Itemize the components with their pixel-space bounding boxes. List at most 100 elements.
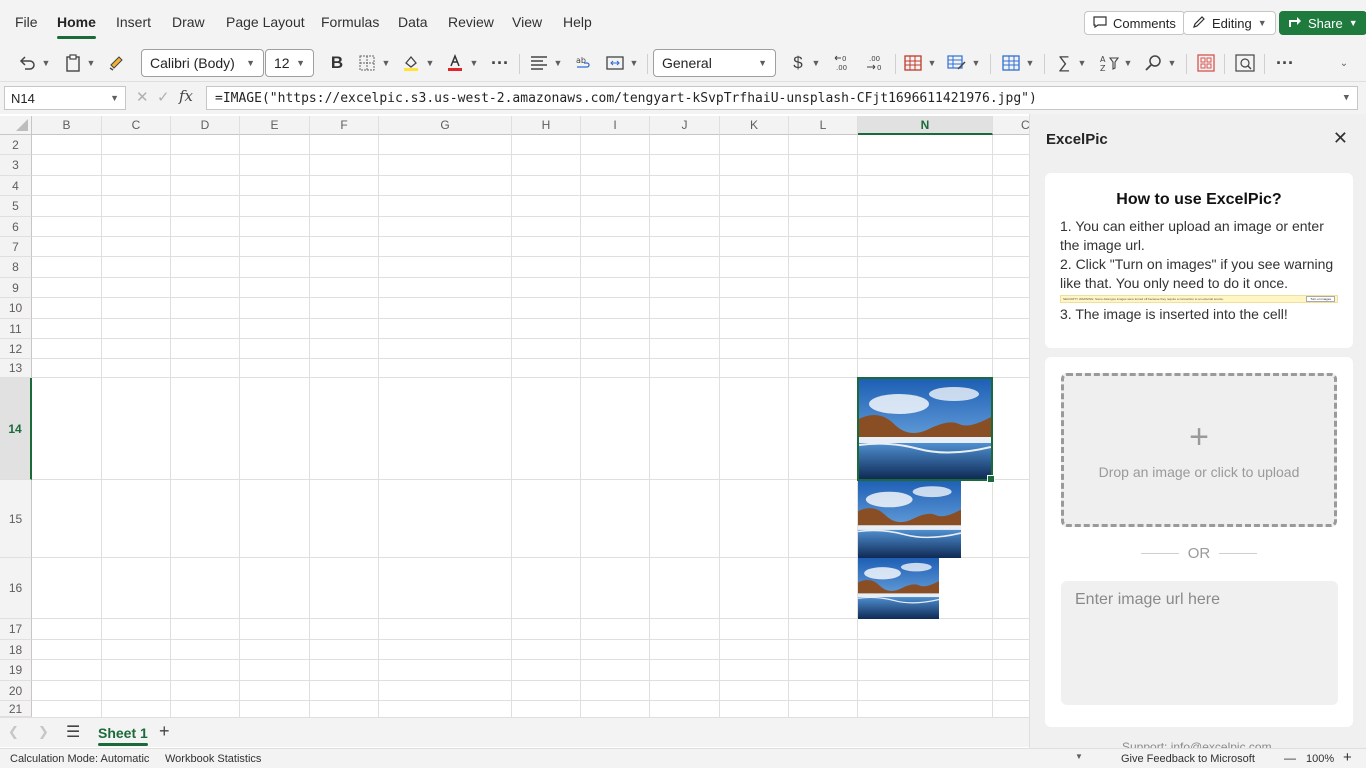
menu-insert[interactable]: Insert xyxy=(116,14,151,30)
column-header[interactable]: K xyxy=(720,116,789,135)
cancel-formula-icon[interactable]: ✕ xyxy=(136,88,149,106)
row-header[interactable]: 19 xyxy=(0,660,32,681)
row-header-active[interactable]: 14 xyxy=(0,378,32,480)
more-options-icon[interactable]: ··· xyxy=(1274,51,1296,75)
all-sheets-icon[interactable]: ☰ xyxy=(66,722,80,742)
add-sheet-button[interactable]: + xyxy=(159,721,170,742)
row-header[interactable]: 7 xyxy=(0,237,32,257)
menu-file[interactable]: File xyxy=(15,14,38,30)
active-cell-n14[interactable] xyxy=(857,377,995,483)
column-header[interactable]: J xyxy=(650,116,720,135)
autosum-dropdown-icon[interactable]: ▼ xyxy=(1076,51,1088,75)
currency-dropdown-icon[interactable]: ▼ xyxy=(810,51,822,75)
column-header[interactable]: B xyxy=(32,116,102,135)
column-header[interactable]: E xyxy=(240,116,310,135)
column-header[interactable]: F xyxy=(310,116,379,135)
decrease-decimal-icon[interactable]: .00 0 xyxy=(862,51,886,75)
align-dropdown-icon[interactable]: ▼ xyxy=(552,51,564,75)
borders-icon[interactable] xyxy=(356,51,378,75)
find-dropdown-icon[interactable]: ▼ xyxy=(1166,51,1178,75)
merge-dropdown-icon[interactable]: ▼ xyxy=(628,51,640,75)
column-header[interactable]: G xyxy=(379,116,512,135)
menu-review[interactable]: Review xyxy=(448,14,494,30)
format-table-dropdown-icon[interactable]: ▼ xyxy=(970,51,982,75)
share-button[interactable]: Share ▼ xyxy=(1279,11,1366,35)
analyze-data-icon[interactable] xyxy=(1233,51,1257,75)
conditional-format-icon[interactable] xyxy=(902,51,924,75)
paste-dropdown-icon[interactable]: ▼ xyxy=(85,51,97,75)
calculation-mode[interactable]: Calculation Mode: Automatic xyxy=(10,753,149,765)
insert-cells-dropdown-icon[interactable]: ▼ xyxy=(1024,51,1036,75)
feedback-link[interactable]: Give Feedback to Microsoft xyxy=(1121,753,1255,765)
font-name-select[interactable]: Calibri (Body) ▼ xyxy=(141,49,264,77)
font-color-icon[interactable] xyxy=(444,51,466,75)
row-header[interactable]: 6 xyxy=(0,217,32,237)
column-header[interactable]: H xyxy=(512,116,581,135)
row-header[interactable]: 12 xyxy=(0,339,32,359)
formula-input[interactable]: =IMAGE("https://excelpic.s3.us-west-2.am… xyxy=(206,86,1358,110)
bold-button[interactable]: B xyxy=(326,51,348,75)
wrap-text-icon[interactable]: ab xyxy=(573,51,595,75)
prev-sheet-icon[interactable]: ❮ xyxy=(8,724,19,740)
conditional-format-dropdown-icon[interactable]: ▼ xyxy=(926,51,938,75)
undo-icon[interactable] xyxy=(16,51,38,75)
column-header[interactable]: L xyxy=(789,116,858,135)
menu-formulas[interactable]: Formulas xyxy=(321,14,379,30)
align-icon[interactable] xyxy=(528,51,550,75)
menu-view[interactable]: View xyxy=(512,14,542,30)
spreadsheet-grid[interactable]: B C D E F G H I J K L N C 2 3 4 5 6 7 8 … xyxy=(0,116,1029,717)
zoom-in-button[interactable]: + xyxy=(1343,749,1352,766)
row-header[interactable]: 2 xyxy=(0,135,32,155)
sort-filter-icon[interactable]: AZ xyxy=(1098,51,1120,75)
image-url-input[interactable] xyxy=(1061,581,1338,705)
expand-formula-icon[interactable]: ▼ xyxy=(1344,93,1349,103)
cell-image-n16[interactable] xyxy=(858,558,939,619)
select-all-corner[interactable] xyxy=(0,116,32,135)
menu-data[interactable]: Data xyxy=(398,14,428,30)
ribbon-collapse-icon[interactable]: ⌄ xyxy=(1336,51,1352,75)
chevron-down-icon[interactable]: ▼ xyxy=(1075,752,1083,761)
name-box[interactable]: N14 ▼ xyxy=(4,86,126,110)
borders-dropdown-icon[interactable]: ▼ xyxy=(380,51,392,75)
fill-color-icon[interactable] xyxy=(400,51,422,75)
paste-icon[interactable] xyxy=(62,51,84,75)
row-header[interactable]: 3 xyxy=(0,155,32,176)
fill-color-dropdown-icon[interactable]: ▼ xyxy=(424,51,436,75)
row-header[interactable]: 11 xyxy=(0,319,32,339)
autosum-icon[interactable]: ∑ xyxy=(1054,51,1074,75)
close-icon[interactable]: ✕ xyxy=(1333,128,1348,149)
insert-cells-icon[interactable] xyxy=(1000,51,1022,75)
menu-home[interactable]: Home xyxy=(57,14,96,39)
row-header[interactable]: 17 xyxy=(0,619,32,640)
column-header[interactable]: D xyxy=(171,116,240,135)
menu-draw[interactable]: Draw xyxy=(172,14,205,30)
find-icon[interactable] xyxy=(1142,51,1164,75)
merge-cells-icon[interactable] xyxy=(604,51,626,75)
row-header[interactable]: 8 xyxy=(0,257,32,278)
row-header[interactable]: 10 xyxy=(0,298,32,319)
column-header[interactable]: C xyxy=(102,116,171,135)
row-header[interactable]: 13 xyxy=(0,359,32,378)
cell-image-n15[interactable] xyxy=(858,480,961,558)
menu-page-layout[interactable]: Page Layout xyxy=(226,14,305,30)
row-header[interactable]: 4 xyxy=(0,176,32,196)
row-header[interactable]: 18 xyxy=(0,640,32,660)
insert-function-icon[interactable]: fx xyxy=(179,87,193,105)
row-header[interactable]: 16 xyxy=(0,558,32,619)
increase-decimal-icon[interactable]: 0.00 xyxy=(832,51,856,75)
row-header[interactable]: 20 xyxy=(0,681,32,701)
editing-mode-button[interactable]: Editing ▼ xyxy=(1183,11,1276,35)
confirm-formula-icon[interactable]: ✓ xyxy=(157,88,170,106)
column-header[interactable]: I xyxy=(581,116,650,135)
row-header[interactable]: 21 xyxy=(0,701,32,717)
format-painter-icon[interactable] xyxy=(106,51,128,75)
more-font-options-icon[interactable]: ··· xyxy=(489,51,511,75)
image-upload-dropzone[interactable]: + Drop an image or click to upload xyxy=(1061,373,1337,527)
zoom-level[interactable]: 100% xyxy=(1306,753,1334,765)
row-header[interactable]: 5 xyxy=(0,196,32,217)
comments-button[interactable]: Comments xyxy=(1084,11,1185,35)
add-ins-icon[interactable] xyxy=(1194,51,1218,75)
row-header[interactable]: 9 xyxy=(0,278,32,298)
currency-format-button[interactable]: $ xyxy=(788,51,808,75)
column-header-active[interactable]: N xyxy=(858,116,993,135)
